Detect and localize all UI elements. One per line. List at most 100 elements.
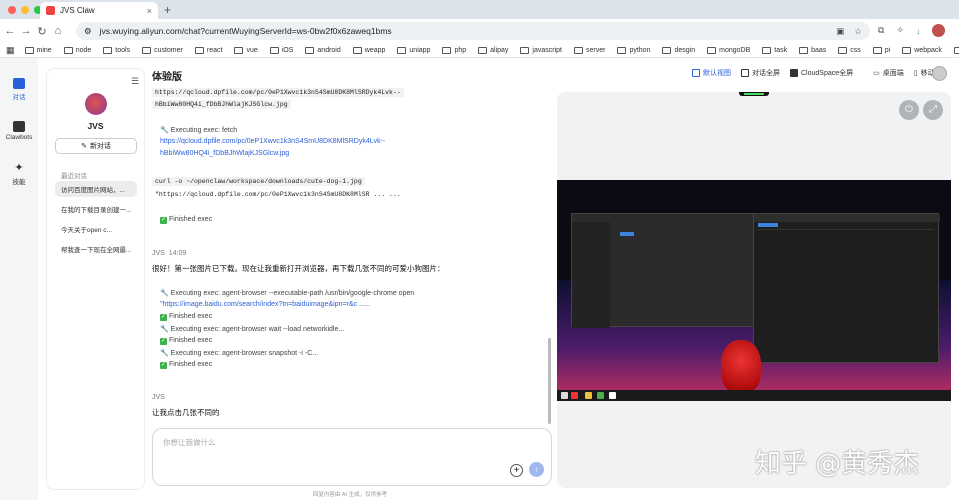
puzzle-icon[interactable]: ✧ [896, 25, 904, 36]
desktop-button[interactable]: ▭ 桌面端 [873, 68, 904, 78]
cloudspace-panel: ⏻ ⤢ [557, 92, 951, 488]
remote-desktop-screen[interactable] [557, 180, 951, 401]
forward-icon[interactable]: → [18, 25, 34, 37]
apps-grid-icon[interactable]: ▦ [6, 45, 15, 56]
folder-icon [478, 46, 488, 54]
file-manager-sidebar [572, 222, 610, 328]
folder-icon [352, 46, 362, 54]
bookmark-star-icon[interactable]: ☆ [854, 26, 862, 37]
taskbar-app-icon[interactable] [571, 392, 578, 399]
folder-icon [520, 46, 530, 54]
bookmark-item[interactable]: php [442, 46, 466, 54]
folder-icon [63, 46, 73, 54]
folder-icon [799, 46, 809, 54]
check-icon: ✓ [160, 314, 167, 321]
tool-result: ✓ Finished exec [160, 216, 212, 224]
back-icon[interactable]: ← [2, 25, 18, 37]
folder-icon [305, 46, 315, 54]
bookmark-item[interactable]: server [574, 46, 605, 54]
send-button[interactable]: ↑ [529, 462, 544, 477]
bookmark-item[interactable]: baas [799, 46, 826, 54]
bookmark-item[interactable]: android [305, 46, 341, 54]
new-tab-icon[interactable]: + [164, 3, 171, 17]
folder-icon [442, 46, 452, 54]
bookmark-item[interactable]: react [194, 46, 222, 54]
tool-result: ✓ Finished exec [160, 337, 212, 345]
chat-fullscreen-button[interactable]: 对话全屏 [741, 68, 780, 78]
bookmark-item[interactable]: webpack [902, 46, 942, 54]
assistant-message: 很好！第一张图片已下载。现在让我重新打开浏览器，再下载几张不同的可爱小狗图片： [152, 264, 445, 273]
link[interactable]: "https://image.baidu.com/search/index?tn… [160, 301, 371, 308]
attach-plus-icon[interactable]: + [510, 464, 523, 477]
bookmark-item[interactable]: pi [872, 46, 890, 54]
bookmark-item[interactable]: vue [234, 46, 258, 54]
new-chat-icon: ✎ [81, 143, 87, 150]
minimize-window-button[interactable] [21, 5, 29, 14]
rail-label: 对话 [12, 94, 26, 101]
bookmark-label: webpack [914, 46, 942, 54]
bookmark-item[interactable]: iOS [269, 46, 293, 54]
fullscreen-icon[interactable]: ⤢ [923, 100, 943, 120]
conversation-item[interactable]: 今天关于open c... [55, 221, 137, 237]
bookmark-item[interactable]: customer [142, 46, 183, 54]
power-icon[interactable]: ⏻ [899, 100, 919, 120]
user-avatar[interactable] [932, 66, 947, 81]
conversation-item[interactable]: 帮我查一下现在全网最... [55, 241, 137, 257]
browser-window[interactable] [753, 213, 940, 363]
bookmark-item[interactable]: mine [24, 46, 52, 54]
browser-tab[interactable]: JVS Claw × [40, 2, 158, 19]
file-manager-window[interactable] [571, 213, 757, 328]
link[interactable]: hBbiWw80HQ4i_fDbBJhWlajKJSGlcw.jpg [160, 150, 289, 157]
taskbar-app-icon[interactable] [597, 392, 604, 399]
bookmark-item[interactable]: python [617, 46, 650, 54]
site-info-icon[interactable]: ⚙ [84, 26, 92, 37]
bookmark-item[interactable]: css [838, 46, 861, 54]
taskbar-app-icon[interactable] [585, 392, 592, 399]
reload-icon[interactable]: ↻ [34, 25, 50, 38]
conversation-item[interactable]: 访问百度图片网站，... [55, 181, 137, 197]
new-chat-button[interactable]: ✎ 新对话 [55, 138, 137, 154]
tool-call: 🔧 Executing exec: fetch [160, 127, 238, 134]
message-input[interactable] [163, 438, 463, 447]
folder-icon [762, 46, 772, 54]
taskbar-app-icon[interactable] [561, 392, 568, 399]
home-icon[interactable]: ⌂ [50, 25, 66, 37]
bookmark-item[interactable]: node [63, 46, 91, 54]
default-view-button[interactable]: 默认视图 [692, 68, 731, 78]
rail-item-clawbots[interactable]: Clawbots [0, 121, 38, 141]
bookmark-item[interactable]: uniapp [397, 46, 430, 54]
chat-scrollbar[interactable] [548, 338, 551, 424]
bookmark-label: desgin [674, 46, 696, 54]
install-icon[interactable]: ▣ [836, 26, 844, 37]
tool-call: 🔧 Executing exec: agent-browser snapshot… [160, 350, 319, 357]
rail-item-chat[interactable]: 对话 [0, 78, 38, 101]
folder-icon [953, 46, 959, 54]
mobile-icon: ▯ [913, 70, 918, 77]
message-sender: JVS [152, 394, 165, 401]
bookmark-item[interactable]: weapp [352, 46, 385, 54]
url-bar[interactable]: ⚙ jvs.wuying.aliyun.com/chat?currentWuyi… [76, 22, 870, 40]
result-text: Finished exec [169, 313, 213, 320]
download-icon[interactable]: ↓ [916, 26, 921, 36]
bookmark-item[interactable]: desgin [662, 46, 696, 54]
bookmark-item[interactable]: alipay [478, 46, 508, 54]
page-title: 体验版 [152, 72, 182, 83]
close-window-button[interactable] [8, 5, 16, 14]
bookmark-item[interactable]: task [762, 46, 787, 54]
cloudspace-fullscreen-button[interactable]: CloudSpace全屏 [790, 68, 853, 78]
rail-item-skills[interactable]: ✦ 技能 [0, 161, 38, 186]
extension-icon[interactable]: ⧉ [878, 25, 884, 36]
conversation-item[interactable]: 在我的下载目录创建一... [55, 201, 137, 217]
tab-close-icon[interactable]: × [147, 6, 152, 16]
link[interactable]: https://qcloud.dpfile.com/pc/0eP1Xwvc1k3… [160, 138, 385, 145]
bookmark-item[interactable]: electron [953, 46, 959, 54]
bookmark-item[interactable]: tools [103, 46, 131, 54]
profile-avatar[interactable] [932, 24, 946, 37]
folder-icon [142, 46, 152, 54]
bookmark-label: tools [115, 46, 131, 54]
bookmark-item[interactable]: mongoDB [707, 46, 750, 54]
sidebar-toggle-icon[interactable]: ☰ [131, 76, 139, 87]
check-icon: ✓ [160, 217, 167, 224]
bookmark-item[interactable]: javascript [520, 46, 562, 54]
taskbar-app-icon[interactable] [609, 392, 616, 399]
